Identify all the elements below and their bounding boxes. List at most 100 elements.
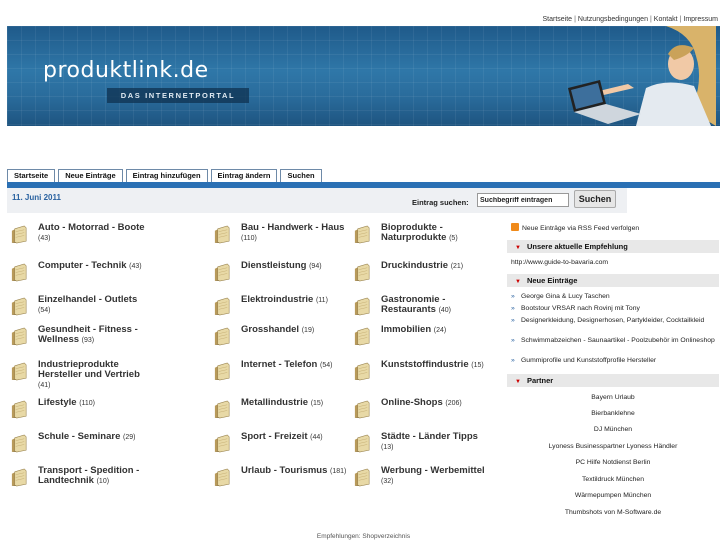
category-count: (54): [38, 307, 51, 314]
partner-link[interactable]: Bayern Urlaub: [507, 394, 719, 401]
folder-icon: [213, 327, 232, 346]
category-count: (43): [129, 263, 142, 270]
recommend-link[interactable]: http://www.guide-to-bavaria.com: [511, 259, 608, 266]
rss-icon: [511, 223, 519, 231]
folder-icon: [213, 400, 232, 419]
search-input[interactable]: [477, 193, 569, 207]
tab-startseite[interactable]: Startseite: [7, 169, 56, 182]
tab-suchen[interactable]: Suchen: [280, 169, 322, 182]
folder-icon: [353, 263, 372, 282]
category-name: Immobilien (24): [381, 325, 493, 336]
category-label: Auto - Motorrad - Boote: [38, 222, 145, 233]
new-entry-link[interactable]: » George Gina & Lucy Taschen: [511, 293, 716, 302]
top-link-impressum[interactable]: Impressum: [683, 16, 718, 23]
folder-icon: [213, 468, 232, 487]
folder-icon: [10, 225, 29, 244]
header-banner: produktlink.de DAS INTERNETPORTAL: [7, 26, 720, 126]
partner-link[interactable]: Lyoness Businesspartner Lyoness Händler: [507, 443, 719, 450]
category-count: (181): [330, 468, 347, 475]
bullet-icon: »: [511, 293, 515, 300]
category-label: Immobilien: [381, 324, 432, 335]
triangle-down-icon: ▼: [515, 245, 521, 251]
folder-icon: [213, 225, 232, 244]
top-link-nutzungsbedingungen[interactable]: Nutzungsbedingungen: [578, 16, 648, 23]
category-label: Bioprodukte - Naturprodukte: [381, 222, 447, 243]
category-name: Urlaub - Tourismus (181): [241, 466, 353, 477]
search-button[interactable]: Suchen: [574, 190, 616, 208]
category-name: Werbung - Werbemittel (32): [381, 466, 493, 487]
category-name: Grosshandel (19): [241, 325, 353, 336]
footer: Empfehlungen: Shopverzeichnis: [7, 533, 720, 540]
footer-link[interactable]: Empfehlungen: Shopverzeichnis: [317, 533, 410, 540]
category-name: Gesundheit - Fitness - Wellness (93): [38, 325, 150, 346]
site-logo[interactable]: produktlink.de: [43, 58, 209, 83]
partner-title: Partner: [526, 376, 554, 385]
tab-neue-eintraege[interactable]: Neue Einträge: [58, 169, 123, 182]
folder-icon: [10, 468, 29, 487]
category-label: Druckindustrie: [381, 260, 449, 271]
new-entry-link[interactable]: » Gummiprofile und Kunststoffprofile Hers…: [511, 357, 716, 366]
folder-icon: [353, 225, 372, 244]
top-link-startseite[interactable]: Startseite: [543, 16, 573, 23]
category-label: Schule - Seminare: [38, 431, 121, 442]
category-name: Sport - Freizeit (44): [241, 432, 353, 443]
category-label: Urlaub - Tourismus: [241, 465, 328, 476]
folder-icon: [353, 434, 372, 453]
category-label: Einzelhandel - Outlets: [38, 294, 138, 305]
folder-icon: [353, 468, 372, 487]
tab-eintrag-aendern[interactable]: Eintrag ändern: [210, 169, 278, 182]
top-links: Startseite | Nutzungsbedingungen | Kontakt | I…: [543, 16, 719, 23]
folder-icon: [10, 297, 29, 316]
banner-woman-laptop-image: [568, 26, 716, 126]
category-count: (21): [450, 263, 464, 270]
category-count: (13): [381, 444, 394, 451]
search-label: Eintrag suchen:: [412, 198, 469, 207]
category-count: (94): [309, 263, 322, 270]
new-entry-link[interactable]: » Schwimmabzeichen - Saunaartikel - Poolz…: [511, 337, 716, 346]
category-label: Transport - Spedition - Landtechnik: [38, 465, 140, 486]
category-name: Bioprodukte - Naturprodukte (5): [381, 223, 493, 244]
folder-icon: [10, 434, 29, 453]
tab-eintrag-hinzufuegen[interactable]: Eintrag hinzufügen: [125, 169, 208, 182]
category-name: Computer - Technik (43): [38, 261, 150, 272]
category-name: Elektroindustrie (11): [241, 295, 353, 306]
category-label: Computer - Technik: [38, 260, 127, 271]
category-name: Kunststoffindustrie (15): [381, 360, 493, 371]
folder-icon: [213, 263, 232, 282]
new-entry-link[interactable]: » Designerkleidung, Designerhosen, Partyk…: [511, 317, 716, 326]
partner-link[interactable]: Textildruck München: [507, 476, 719, 483]
partner-link[interactable]: DJ München: [507, 426, 719, 433]
category-label: Bau - Handwerk - Haus: [241, 222, 345, 233]
category-name: Städte - Länder Tipps (13): [381, 432, 493, 453]
partner-link[interactable]: Thumbshots von M-Software.de: [507, 509, 719, 516]
partner-link[interactable]: Wärmepumpen München: [507, 492, 719, 499]
current-date: 11. Juni 2011: [12, 193, 61, 202]
top-link-kontakt[interactable]: Kontakt: [654, 16, 678, 23]
rss-label: Neue Einträge via RSS Feed verfolgen: [522, 225, 640, 232]
category-count: (43): [38, 235, 51, 242]
new-entry-label: Schwimmabzeichen - Saunaartikel - Poolzu…: [521, 337, 715, 344]
partner-link[interactable]: Bierbanklehne: [507, 410, 719, 417]
category-count: (110): [241, 235, 257, 242]
rss-link[interactable]: Neue Einträge via RSS Feed verfolgen: [511, 223, 639, 232]
new-entries-header: ▼ Neue Einträge: [507, 274, 719, 287]
category-count: (93): [81, 337, 95, 344]
recommend-title: Unsere aktuelle Empfehlung: [526, 242, 628, 251]
category-count: (24): [433, 327, 447, 334]
category-count: (32): [381, 478, 394, 485]
category-name: Einzelhandel - Outlets (54): [38, 295, 150, 316]
category-label: Sport - Freizeit: [241, 431, 308, 442]
category-label: Online-Shops: [381, 397, 443, 408]
triangle-down-icon: ▼: [515, 379, 521, 385]
category-label: Dienstleistung: [241, 260, 307, 271]
category-label: Kunststoffindustrie: [381, 359, 469, 370]
category-name: Internet - Telefon (54): [241, 360, 353, 371]
folder-icon: [353, 400, 372, 419]
bullet-icon: »: [511, 317, 515, 324]
category-count: (29): [123, 434, 136, 441]
category-name: Druckindustrie (21): [381, 261, 493, 272]
new-entry-link[interactable]: » Bootstour VRSAR nach Rovinj mit Tony: [511, 305, 716, 314]
partner-link[interactable]: PC Hilfe Notdienst Berlin: [507, 459, 719, 466]
category-name: Transport - Spedition - Landtechnik (10): [38, 466, 150, 487]
category-count: (206): [445, 400, 462, 407]
